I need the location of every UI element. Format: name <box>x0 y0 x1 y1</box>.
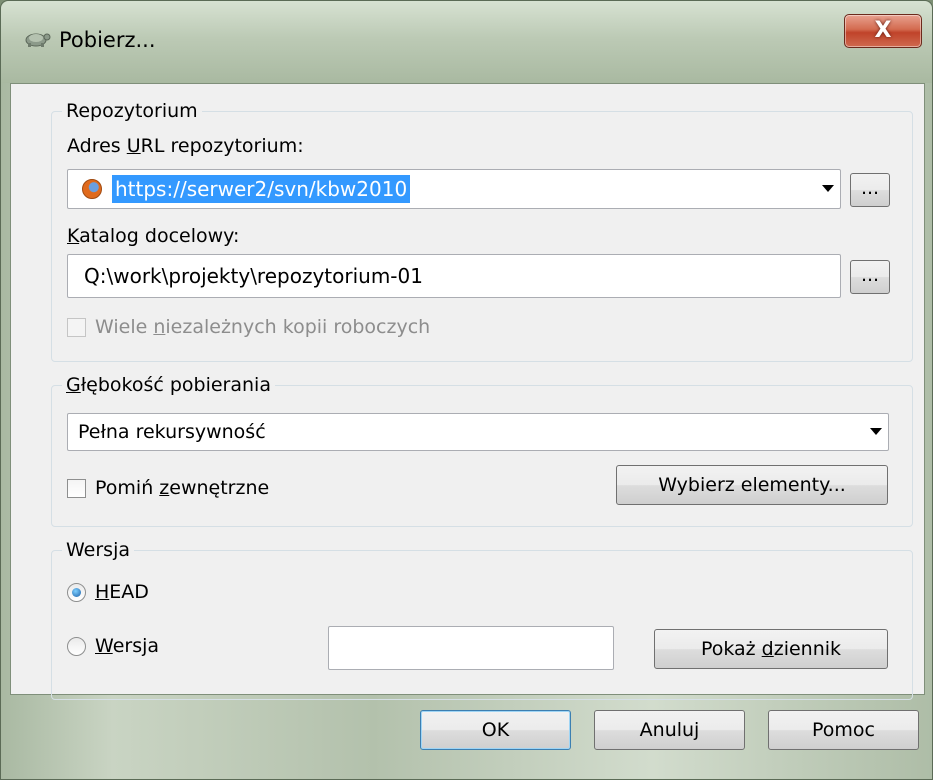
depth-selected-value: Pełna rekursywność <box>78 421 266 443</box>
chevron-down-icon[interactable] <box>870 428 882 435</box>
show-log-label: Pokaż dziennik <box>700 638 842 660</box>
head-radio-label: HEAD <box>95 581 149 603</box>
help-label: Pomoc <box>812 719 875 741</box>
url-browse-button[interactable]: ... <box>850 173 890 207</box>
multiple-working-copies-checkbox[interactable] <box>67 318 86 337</box>
help-button[interactable]: Pomoc <box>768 710 919 750</box>
cancel-button[interactable]: Anuluj <box>594 710 745 750</box>
omit-externals-checkbox[interactable] <box>67 479 86 498</box>
depth-combobox[interactable]: Pełna rekursywność <box>67 413 889 451</box>
depth-group-title: Głębokość pobierania <box>62 373 275 397</box>
revision-radio-label: Wersja <box>95 635 160 657</box>
chevron-down-icon[interactable] <box>822 185 834 192</box>
revision-input[interactable] <box>328 626 614 670</box>
close-icon: X <box>874 18 892 43</box>
target-browse-button[interactable]: ... <box>850 260 890 294</box>
url-label: Adres URL repozytorium: <box>67 135 304 157</box>
multiple-working-copies-label: Wiele niezależnych kopii roboczych <box>95 316 431 338</box>
target-directory-input[interactable]: Q:\work\projekty\repozytorium-01 <box>67 254 841 298</box>
choose-items-label: Wybierz elementy... <box>658 474 846 496</box>
window-title: Pobierz... <box>59 28 156 52</box>
target-browse-label: ... <box>860 264 880 286</box>
url-browse-label: ... <box>860 177 880 199</box>
firefox-icon <box>82 179 102 199</box>
ok-label: OK <box>481 719 510 741</box>
checkout-dialog-window: Pobierz... X Repozytorium Adres URL repo… <box>0 0 933 780</box>
target-label: Katalog docelowy: <box>67 225 240 247</box>
radio-selected-dot <box>72 588 81 597</box>
close-button[interactable]: X <box>844 14 922 48</box>
repository-group-title: Repozytorium <box>62 99 202 123</box>
cancel-label: Anuluj <box>639 719 700 741</box>
head-radio[interactable] <box>67 583 86 602</box>
title-bar[interactable]: Pobierz... X <box>1 1 932 83</box>
show-log-button[interactable]: Pokaż dziennik <box>654 629 888 669</box>
omit-externals-label: Pomiń zewnętrzne <box>95 477 270 499</box>
dialog-client-area: Repozytorium Adres URL repozytorium: htt… <box>10 83 925 700</box>
url-combobox[interactable]: https://serwer2/svn/kbw2010 <box>67 169 841 209</box>
revision-group: Wersja <box>51 538 913 700</box>
tortoise-icon <box>25 33 51 47</box>
depth-group: Głębokość pobierania <box>51 373 913 527</box>
revision-group-title: Wersja <box>62 538 134 562</box>
ok-button[interactable]: OK <box>420 710 571 750</box>
url-value: https://serwer2/svn/kbw2010 <box>112 175 411 203</box>
revision-radio[interactable] <box>67 637 86 656</box>
choose-items-button[interactable]: Wybierz elementy... <box>616 465 888 505</box>
